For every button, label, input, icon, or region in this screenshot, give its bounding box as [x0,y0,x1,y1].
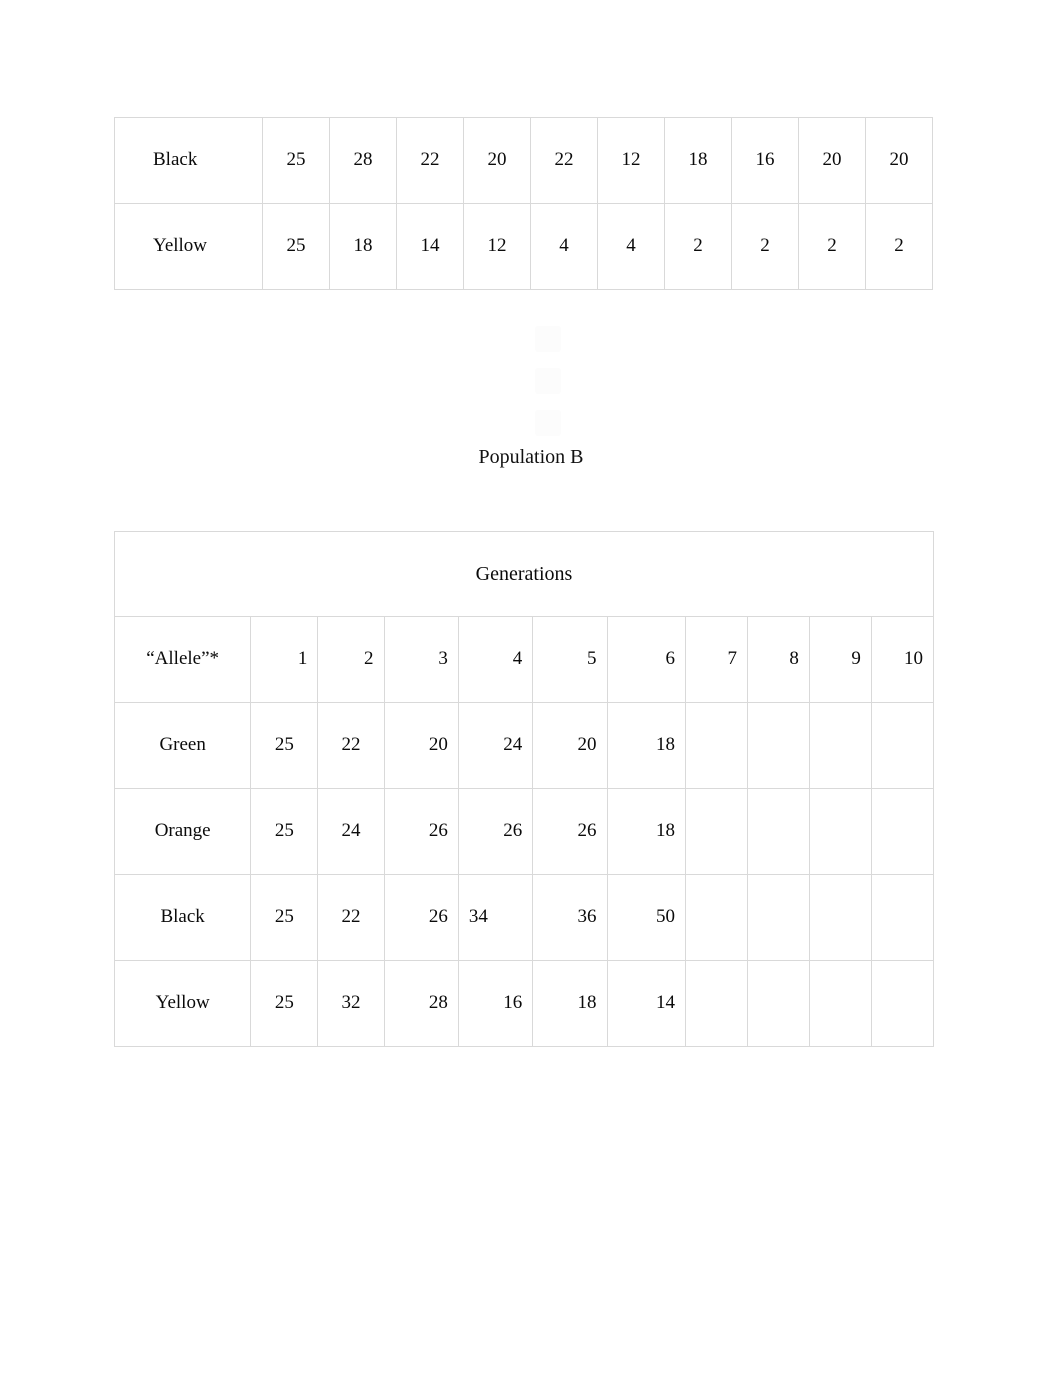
generation-column-header: 6 [606,616,687,703]
cell-value [870,960,935,1047]
generation-column-header: 10 [870,616,935,703]
cell-value [808,874,872,961]
cell-value: 26 [532,788,608,875]
cell-value: 2 [798,203,866,290]
cell-value [870,702,935,789]
cell-value: 32 [317,960,385,1047]
cell-value [685,788,748,875]
cell-value: 18 [606,702,687,789]
table-row: Orange 25 24 26 26 26 18 [113,788,935,875]
cell-value: 28 [383,960,459,1047]
row-label-black: Black [113,874,252,961]
cell-value [746,874,810,961]
cell-value: 14 [396,203,464,290]
cell-value: 4 [597,203,665,290]
generation-column-header: 7 [685,616,748,703]
cell-value: 25 [262,117,330,204]
cell-value: 20 [463,117,531,204]
cell-value [808,788,872,875]
cell-value [746,788,810,875]
cell-value: 12 [597,117,665,204]
population-b-table: Generations “Allele”* 1 2 3 4 5 6 7 8 9 10 Green 25 22… [113,531,935,1047]
row-label-yellow: Yellow [114,203,263,290]
cell-value: 25 [250,874,319,961]
cell-value [685,702,748,789]
cell-value: 12 [463,203,531,290]
generation-column-header: 5 [532,616,608,703]
row-label-yellow: Yellow [113,960,252,1047]
cell-value [685,960,748,1047]
cell-value: 2 [731,203,799,290]
cell-value: 22 [317,702,385,789]
cell-value: 50 [606,874,687,961]
generation-column-header: 4 [457,616,534,703]
cell-value: 22 [317,874,385,961]
cell-value: 36 [532,874,608,961]
cell-value: 18 [329,203,397,290]
table-row: Black 25 22 26 34 36 50 [113,874,935,961]
table-row: Black 25 28 22 20 22 12 18 16 20 20 [114,117,933,204]
table-row: Yellow 25 32 28 16 18 14 [113,960,935,1047]
cell-value: 22 [530,117,598,204]
population-b-caption: Population B [478,446,584,468]
cell-value: 26 [457,788,534,875]
generation-number-row: “Allele”* 1 2 3 4 5 6 7 8 9 10 [113,616,935,703]
cell-value: 2 [664,203,732,290]
cell-value [808,960,872,1047]
cell-value: 20 [798,117,866,204]
cell-value: 28 [329,117,397,204]
blank-line-artifact-1 [535,326,561,352]
generations-header-row: Generations [114,531,934,617]
cell-value: 20 [383,702,459,789]
cell-value [870,788,935,875]
cell-value: 26 [383,788,459,875]
cell-value: 25 [250,960,319,1047]
cell-value: 25 [250,702,319,789]
cell-value [746,702,810,789]
cell-value [808,702,872,789]
cell-value [685,874,748,961]
cell-value [746,960,810,1047]
generation-column-header: 3 [383,616,459,703]
row-label-green: Green [113,702,252,789]
cell-value: 22 [396,117,464,204]
generation-column-header: 8 [746,616,810,703]
blank-line-artifact-2 [535,368,561,394]
cell-value: 24 [457,702,534,789]
cell-value: 2 [865,203,933,290]
table-row: Yellow 25 18 14 12 4 4 2 2 2 2 [114,203,933,290]
cell-value: 18 [606,788,687,875]
generation-column-header: 1 [250,616,319,703]
cell-value: 16 [731,117,799,204]
cell-value: 25 [262,203,330,290]
cell-value: 18 [664,117,732,204]
cell-value: 34 [457,874,534,961]
cell-value: 25 [250,788,319,875]
cell-value: 24 [317,788,385,875]
generations-header-label: Generations [114,531,934,617]
population-a-continued-table: Black 25 28 22 20 22 12 18 16 20 20 Yellow 25 18 14 12 4… [114,117,933,290]
table-row: Green 25 22 20 24 20 18 [113,702,935,789]
generation-column-header: 2 [317,616,385,703]
cell-value: 16 [457,960,534,1047]
row-label-black: Black [114,117,263,204]
cell-value [870,874,935,961]
generation-column-header: 9 [808,616,872,703]
cell-value: 20 [865,117,933,204]
row-label-orange: Orange [113,788,252,875]
cell-value: 14 [606,960,687,1047]
allele-corner-label: “Allele”* [113,616,252,703]
cell-value: 20 [532,702,608,789]
cell-value: 26 [383,874,459,961]
cell-value: 4 [530,203,598,290]
cell-value: 18 [532,960,608,1047]
blank-line-artifact-3 [535,410,561,436]
